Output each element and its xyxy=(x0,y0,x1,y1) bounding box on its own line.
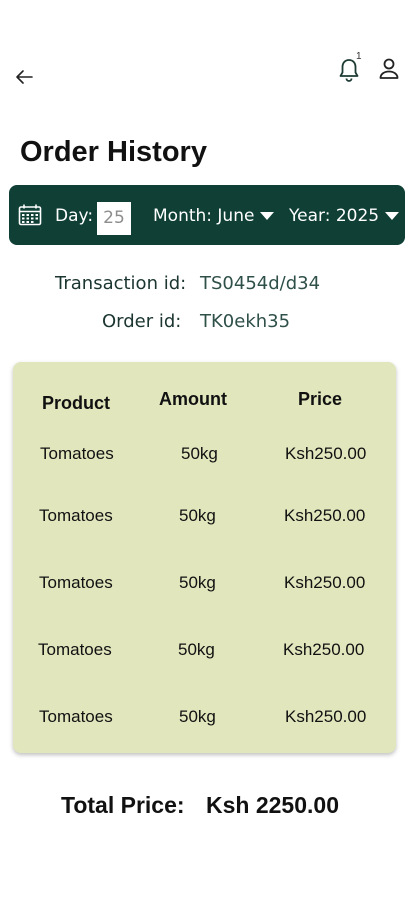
caret-down-icon xyxy=(260,212,275,220)
transaction-id-label: Transaction id: xyxy=(55,273,187,294)
cell-product: Tomatoes xyxy=(39,707,113,726)
month-label: Month: June xyxy=(153,206,255,226)
transaction-id-value: TS0454d/d34 xyxy=(200,273,321,294)
page-title: Order History xyxy=(20,136,207,168)
header-amount: Amount xyxy=(159,389,227,409)
year-label: Year: 2025 xyxy=(289,206,380,226)
cell-amount: 50kg xyxy=(178,640,215,659)
month-dropdown[interactable]: Month: June xyxy=(153,206,275,226)
user-icon xyxy=(379,58,399,79)
calendar-icon[interactable] xyxy=(18,204,42,226)
header-price: Price xyxy=(298,389,343,409)
caret-down-icon xyxy=(385,212,400,220)
date-filter-bar: Day: 25 Month: June Year: 2025 xyxy=(9,185,405,245)
cell-product: Tomatoes xyxy=(40,444,114,463)
profile-button[interactable] xyxy=(375,54,403,84)
order-id-value: TK0ekh35 xyxy=(200,311,291,332)
back-button[interactable] xyxy=(10,63,38,91)
cell-amount: 50kg xyxy=(181,444,218,463)
cell-amount: 50kg xyxy=(179,573,216,592)
day-label: Day: xyxy=(55,206,94,226)
order-table: Product Amount Price Tomatoes 50kg Ksh25… xyxy=(13,362,396,753)
cell-price: Ksh250.00 xyxy=(285,444,367,463)
notification-badge: 1 xyxy=(356,51,362,62)
cell-price: Ksh250.00 xyxy=(284,506,366,525)
day-input[interactable]: 25 xyxy=(97,202,131,235)
cell-amount: 50kg xyxy=(179,707,216,726)
header-product: Product xyxy=(42,393,111,413)
total-price-value: Ksh 2250.00 xyxy=(206,792,339,818)
year-dropdown[interactable]: Year: 2025 xyxy=(289,206,400,226)
cell-price: Ksh250.00 xyxy=(285,707,367,726)
cell-product: Tomatoes xyxy=(39,573,113,592)
cell-price: Ksh250.00 xyxy=(283,640,365,659)
order-id-label: Order id: xyxy=(102,311,182,332)
cell-price: Ksh250.00 xyxy=(284,573,366,592)
total-price-label: Total Price: xyxy=(61,792,185,818)
cell-product: Tomatoes xyxy=(38,640,112,659)
cell-product: Tomatoes xyxy=(39,506,113,525)
cell-amount: 50kg xyxy=(179,506,216,525)
arrow-left-icon xyxy=(16,70,33,84)
